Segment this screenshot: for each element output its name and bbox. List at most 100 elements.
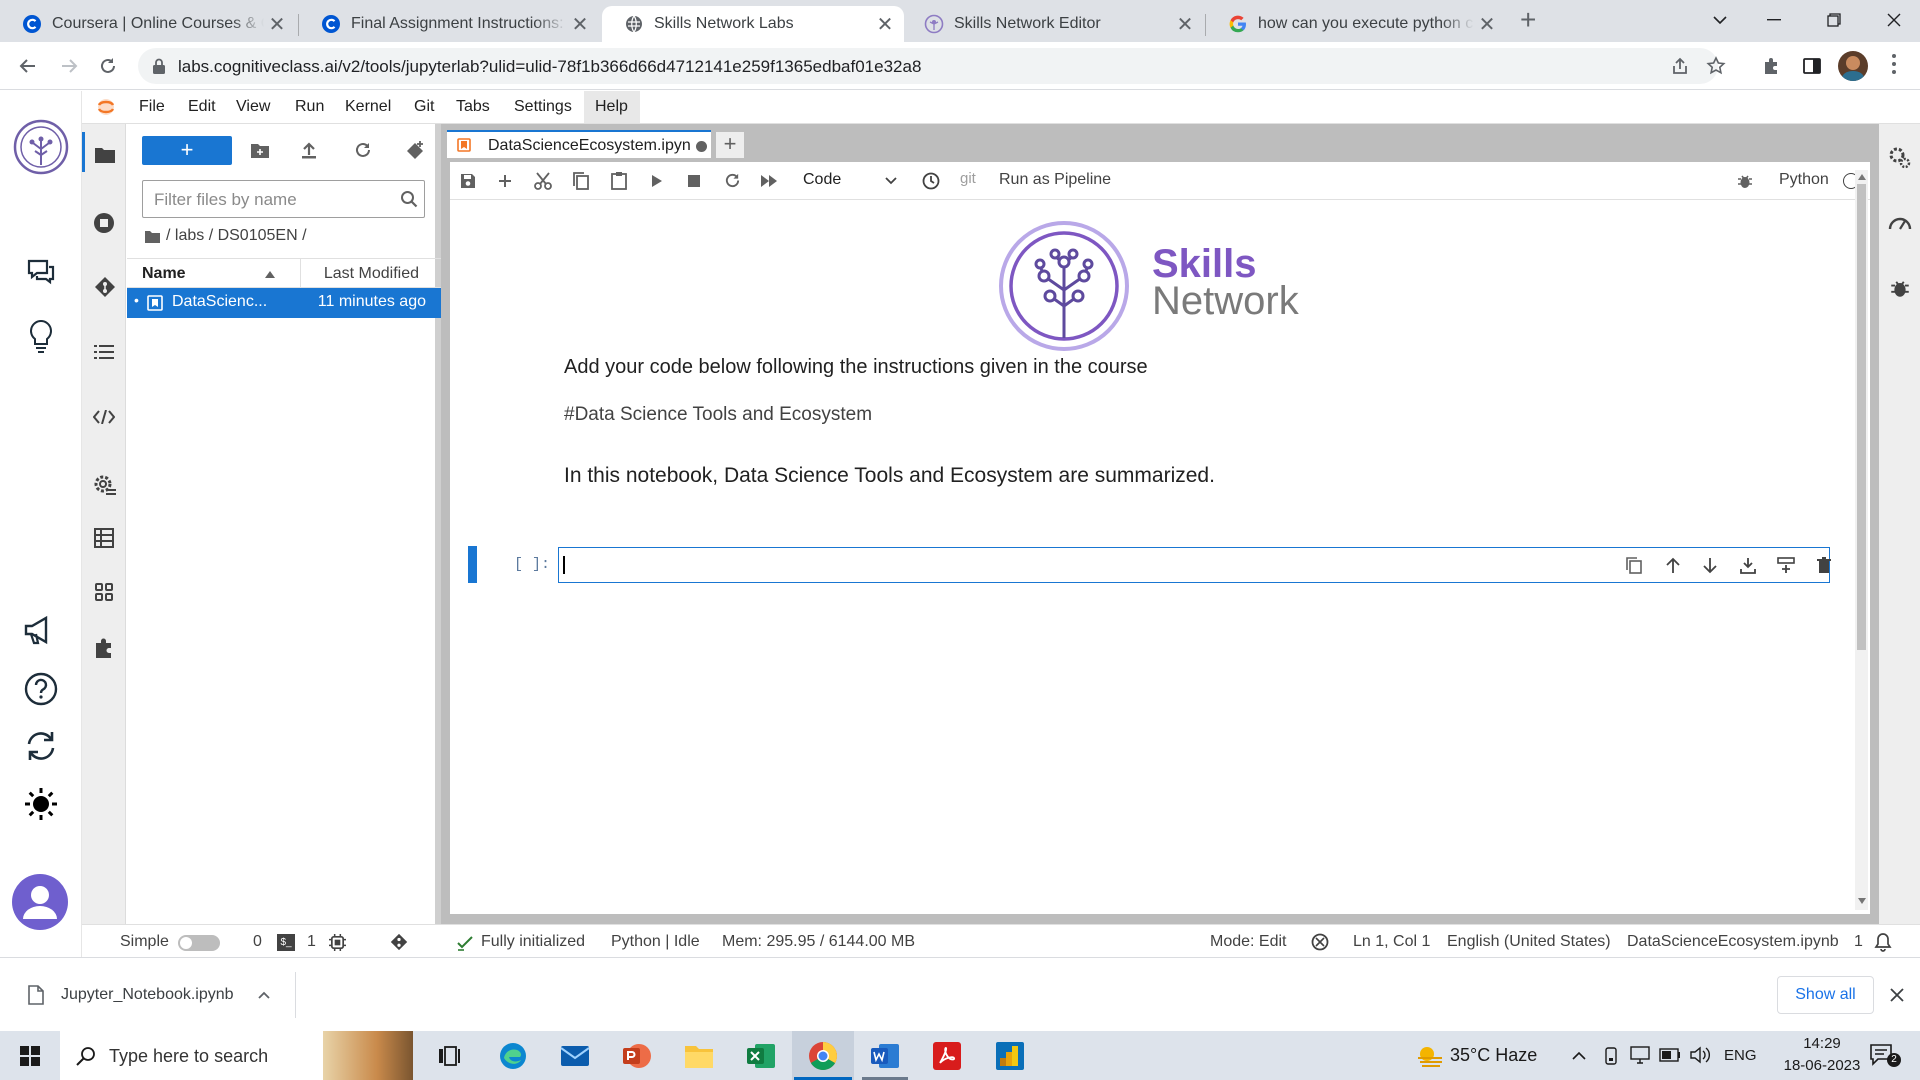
file-list-item[interactable]: • DataScienc... 11 minutes ago: [127, 288, 441, 318]
edge-browser-icon[interactable]: [498, 1041, 528, 1071]
git-diff-label[interactable]: git: [960, 170, 976, 187]
simple-mode-toggle[interactable]: [178, 935, 220, 951]
windows-start-icon[interactable]: [20, 1046, 40, 1066]
menu-git[interactable]: Git: [414, 98, 434, 116]
column-last-modified[interactable]: Last Modified: [324, 265, 419, 283]
new-launcher-button[interactable]: +: [142, 136, 232, 165]
git-clone-icon[interactable]: [406, 140, 426, 160]
search-icon[interactable]: [400, 190, 418, 208]
property-inspector-icon[interactable]: [1888, 146, 1912, 170]
sync-icon[interactable]: [23, 728, 59, 764]
paste-icon[interactable]: [611, 171, 627, 190]
terminal-icon[interactable]: $_: [277, 934, 295, 951]
tray-battery-icon[interactable]: [1659, 1048, 1681, 1062]
new-folder-icon[interactable]: [250, 142, 270, 159]
acrobat-icon[interactable]: [932, 1041, 962, 1071]
insert-cell-icon[interactable]: [498, 174, 512, 188]
move-up-icon[interactable]: [1665, 557, 1681, 574]
kernels-count[interactable]: 1: [307, 933, 316, 951]
close-icon[interactable]: ✕: [567, 12, 593, 37]
new-tab-plus-button[interactable]: +: [716, 132, 744, 158]
refresh-icon[interactable]: [354, 141, 372, 159]
extensions-puzzle-icon[interactable]: [1762, 56, 1782, 76]
close-window-button[interactable]: [1864, 0, 1920, 40]
chevron-up-icon[interactable]: [258, 991, 270, 999]
tray-device-icon[interactable]: [1603, 1047, 1619, 1065]
run-as-pipeline-button[interactable]: Run as Pipeline: [999, 171, 1111, 189]
tray-volume-icon[interactable]: [1690, 1046, 1712, 1064]
menu-kernel[interactable]: Kernel: [345, 98, 391, 116]
tab-search-chevron-icon[interactable]: [1690, 0, 1750, 40]
unsaved-dot-icon[interactable]: [696, 141, 707, 152]
scrollbar-thumb[interactable]: [1857, 184, 1866, 650]
address-bar[interactable]: labs.cognitiveclass.ai/v2/tools/jupyterl…: [138, 48, 1726, 84]
column-name[interactable]: Name: [142, 265, 186, 283]
weather-text[interactable]: 35°C Haze: [1450, 1045, 1537, 1066]
menu-edit[interactable]: Edit: [188, 98, 216, 116]
megaphone-icon[interactable]: [22, 612, 58, 648]
tray-chevron-up-icon[interactable]: [1572, 1051, 1586, 1060]
restore-button[interactable]: [1804, 0, 1864, 40]
skills-network-logo-icon[interactable]: [13, 119, 69, 175]
bookmark-star-icon[interactable]: [1706, 56, 1726, 76]
clock-date[interactable]: 18-06-2023: [1770, 1057, 1874, 1074]
user-avatar-icon[interactable]: [12, 874, 68, 930]
browser-tab-coursera[interactable]: Coursera | Online Courses & Cred ✕: [0, 6, 296, 42]
upload-icon[interactable]: [301, 141, 317, 159]
move-down-icon[interactable]: [1702, 557, 1718, 574]
browser-tab-skills-network-editor[interactable]: Skills Network Editor ✕: [902, 6, 1204, 42]
profile-avatar[interactable]: [1838, 51, 1868, 81]
close-icon[interactable]: ✕: [872, 12, 898, 37]
mail-icon[interactable]: [560, 1043, 590, 1069]
close-icon[interactable]: ✕: [1172, 12, 1198, 37]
spellcheck-language[interactable]: English (United States): [1447, 933, 1611, 951]
scroll-up-arrow-icon[interactable]: [1858, 174, 1866, 180]
share-icon[interactable]: [1671, 57, 1689, 75]
menu-tabs[interactable]: Tabs: [456, 98, 490, 116]
close-icon[interactable]: ✕: [1474, 12, 1500, 37]
table-of-contents-icon[interactable]: [94, 344, 114, 360]
cut-icon[interactable]: [534, 172, 552, 190]
delete-cell-icon[interactable]: [1817, 557, 1831, 574]
cursor-position[interactable]: Ln 1, Col 1: [1353, 933, 1430, 951]
forward-icon[interactable]: [55, 52, 83, 80]
running-stop-icon[interactable]: [93, 212, 115, 234]
excel-icon[interactable]: [746, 1041, 776, 1071]
close-icon[interactable]: ✕: [264, 12, 290, 37]
menu-settings[interactable]: Settings: [514, 98, 572, 116]
show-all-button[interactable]: Show all: [1777, 976, 1874, 1014]
menu-kebab-icon[interactable]: [1892, 54, 1896, 76]
download-item[interactable]: Jupyter_Notebook.ipynb: [18, 958, 288, 1032]
menu-help[interactable]: Help: [595, 98, 628, 116]
clock-history-icon[interactable]: [922, 172, 940, 190]
resource-gauge-icon[interactable]: [1888, 212, 1912, 232]
debugger-icon[interactable]: [1890, 278, 1910, 298]
save-icon[interactable]: [460, 173, 476, 189]
input-language[interactable]: ENG: [1724, 1047, 1757, 1064]
side-panel-icon[interactable]: [1802, 56, 1822, 76]
debugger-bug-icon[interactable]: [1737, 173, 1753, 189]
breadcrumb-path[interactable]: / labs / DS0105EN /: [166, 227, 307, 245]
insert-above-icon[interactable]: [1740, 557, 1756, 574]
run-icon[interactable]: [651, 174, 663, 188]
menu-view[interactable]: View: [236, 98, 270, 116]
kernel-status[interactable]: Python | Idle: [611, 933, 700, 951]
tray-network-icon[interactable]: [1630, 1046, 1650, 1064]
menu-file[interactable]: File: [139, 98, 165, 116]
back-icon[interactable]: [14, 52, 42, 80]
theme-sun-icon[interactable]: [23, 786, 59, 822]
scroll-down-arrow-icon[interactable]: [1858, 898, 1866, 904]
notebook-tab[interactable]: DataScienceEcosystem.ipyn: [447, 130, 711, 158]
duplicate-cell-icon[interactable]: [1626, 557, 1642, 574]
browser-tab-final-assignment[interactable]: Final Assignment Instructions: Cr ✕: [299, 6, 599, 42]
task-view-icon[interactable]: [438, 1045, 460, 1067]
git-icon[interactable]: [94, 276, 116, 298]
chrome-icon[interactable]: [808, 1041, 838, 1071]
fast-forward-icon[interactable]: [760, 174, 778, 188]
clock-time[interactable]: 14:29: [1790, 1035, 1854, 1052]
taskbar-search-box[interactable]: Type here to search: [60, 1031, 323, 1080]
browser-tab-google-search[interactable]: how can you execute python cod ✕: [1206, 6, 1506, 42]
sort-ascending-icon[interactable]: [265, 271, 275, 278]
restart-kernel-icon[interactable]: [724, 172, 741, 189]
extension-manager-icon[interactable]: [94, 637, 116, 659]
